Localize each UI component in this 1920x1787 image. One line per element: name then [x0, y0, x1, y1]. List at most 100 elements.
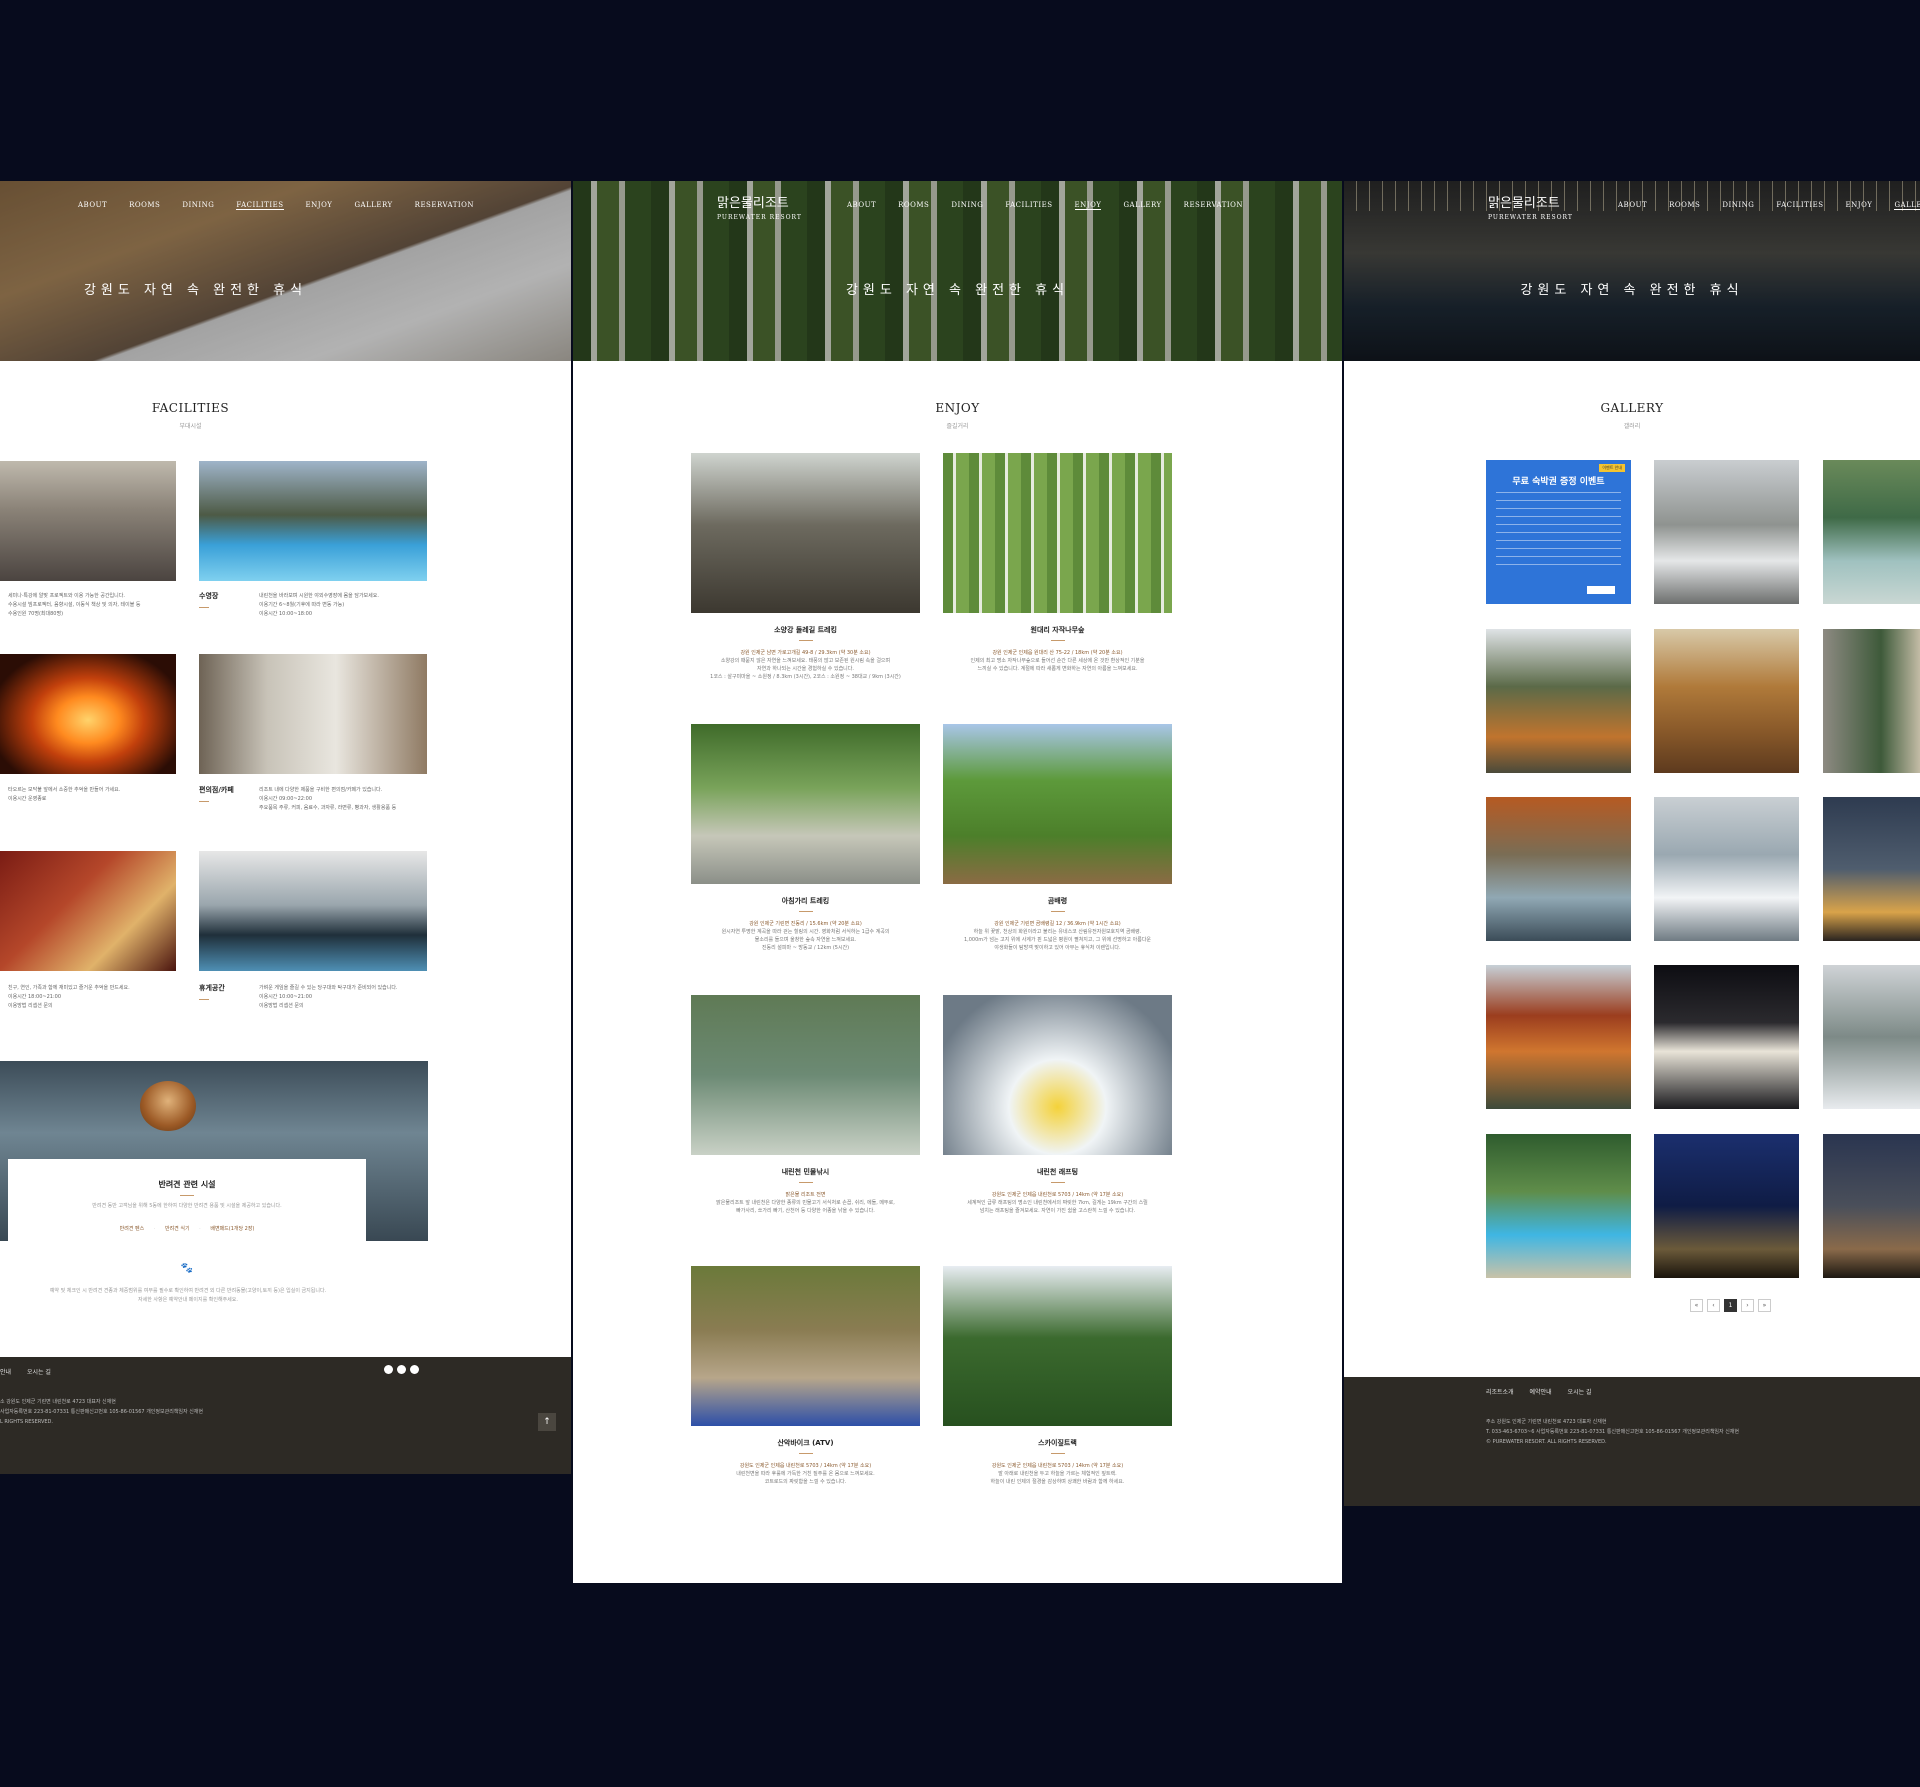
facility-row: 수용인원 70명(최대80명) — [8, 611, 64, 617]
nav-enjoy[interactable]: ENJOY — [306, 201, 333, 210]
footer-info: 주소 강원도 인제군 기린면 내린천로 4723 대표자 신재현 T. 033-… — [1486, 1417, 1739, 1447]
paw-icon: 🐾 — [180, 1263, 194, 1274]
facilities-page: ABOUT ROOMS DINING FACILITIES ENJOY GALL… — [0, 181, 571, 1474]
nav-about[interactable]: ABOUT — [78, 201, 107, 210]
pet-link-pad[interactable]: 배변패드(1개당 2장) — [210, 1226, 254, 1232]
page-first-button[interactable]: « — [1690, 1299, 1703, 1312]
pet-link-fence[interactable]: 반려견 펜스 — [120, 1226, 145, 1232]
event-poster[interactable]: 이벤트 안내 무료 숙박권 증정 이벤트 — [1486, 460, 1631, 604]
facility-desc-text: 세미나·특강에 알맞 프로젝트와 이용 가능한 공간입니다. — [8, 593, 125, 599]
facility-name-6: 휴게공간 — [199, 984, 263, 1005]
gallery-photo[interactable] — [1486, 1134, 1631, 1278]
enjoy-desc-line: 하늘이 내린 인제의 절경을 감상하며 상쾌한 바람과 함께 하세요. — [990, 1479, 1125, 1485]
brand-name-en: PUREWATER RESORT — [1488, 214, 1573, 221]
footer-address: 소 강원도 인제군 기린면 내린천로 4723 대표자 신재현 — [0, 1399, 116, 1405]
footer-link[interactable]: 예약안내 — [1530, 1389, 1552, 1396]
enjoy-title: 산악바이크 (ATV) — [777, 1439, 834, 1447]
nav-rooms[interactable]: ROOMS — [898, 201, 929, 210]
enjoy-location: 강원 인제군 기린면 진동리 / 15.6km (약 20분 소요) — [749, 921, 862, 927]
enjoy-location: 강원 인제군 남면 가로고개길 49-8 / 29.3km (약 30분 소요) — [740, 650, 871, 656]
facility-row: 이용기간 6~8월(기후에 따라 변동 가능) — [259, 602, 345, 608]
blog-icon[interactable] — [397, 1365, 406, 1374]
main-nav: ABOUT ROOMS DINING FACILITIES ENJOY GALL… — [78, 201, 496, 210]
enjoy-photo — [691, 995, 920, 1155]
enjoy-caption: 아침가리 트레킹 강원 인제군 기린면 진동리 / 15.6km (약 20분 … — [671, 896, 940, 952]
page-1-button[interactable]: 1 — [1724, 1299, 1737, 1312]
nav-dining[interactable]: DINING — [182, 201, 214, 210]
nav-dining[interactable]: DINING — [951, 201, 983, 210]
pool-photo — [199, 461, 427, 581]
gallery-photo[interactable] — [1823, 965, 1920, 1109]
nav-gallery[interactable]: GALLERY — [354, 201, 392, 210]
brand-logo[interactable]: 맑은물리조트 PUREWATER RESORT — [717, 197, 802, 225]
gallery-photo[interactable] — [1823, 629, 1920, 773]
section-subtitle: 부대시설 — [179, 423, 202, 430]
enjoy-location: 맑은물 리조트 전면 — [785, 1192, 826, 1198]
gallery-photo[interactable] — [1823, 1134, 1920, 1278]
gallery-photo[interactable] — [1823, 460, 1920, 604]
facility-desc-2: 내린천을 바라보며 시원한 야외수영장에 몸을 담가보세요. 이용기간 6~8월… — [259, 592, 459, 619]
footer-link[interactable]: 오시는 길 — [1568, 1389, 1592, 1396]
lounge-photo — [199, 851, 427, 971]
page-next-button[interactable]: › — [1741, 1299, 1754, 1312]
gallery-photo[interactable] — [1654, 1134, 1799, 1278]
nav-facilities[interactable]: FACILITIES — [1005, 201, 1052, 210]
facility-name: 휴게공간 — [199, 984, 225, 992]
nav-gallery[interactable]: GALLERY — [1894, 201, 1920, 210]
nav-gallery[interactable]: GALLERY — [1123, 201, 1161, 210]
enjoy-desc-line: 하늘 위 꽃밭, 천상의 화원이라고 불리는 유네스코 산림유전자원보호지역 곰… — [973, 929, 1142, 935]
nav-facilities[interactable]: FACILITIES — [1776, 201, 1823, 210]
gallery-photo[interactable] — [1654, 460, 1799, 604]
facility-name: 편의점/카페 — [199, 786, 234, 794]
nav-dining[interactable]: DINING — [1722, 201, 1754, 210]
instagram-icon[interactable] — [384, 1365, 393, 1374]
nav-facilities[interactable]: FACILITIES — [236, 201, 284, 210]
footer-link[interactable]: 리조트소개 — [1486, 1389, 1514, 1396]
hero-tagline: 강원도 자연 속 완전한 휴식 — [1520, 283, 1744, 298]
gallery-photo[interactable] — [1823, 797, 1920, 941]
gallery-photo[interactable] — [1486, 965, 1631, 1109]
nav-rooms[interactable]: ROOMS — [129, 201, 160, 210]
enjoy-photo — [943, 995, 1172, 1155]
pet-link-bowl[interactable]: 반려견 식기 — [165, 1226, 190, 1232]
enjoy-location: 강원도 인제군 인제읍 내린천로 5703 / 14km (약 17분 소요) — [991, 1192, 1124, 1198]
enjoy-caption: 곰배령 강원 인제군 기린면 곰배령길 12 / 36.9km (약 1시간 소… — [923, 896, 1192, 952]
nav-enjoy[interactable]: ENJOY — [1846, 201, 1873, 210]
nav-rooms[interactable]: ROOMS — [1669, 201, 1700, 210]
enjoy-title: 소양강 둘레길 트레킹 — [774, 626, 837, 634]
gallery-photo[interactable] — [1654, 797, 1799, 941]
accent-line — [1050, 640, 1065, 641]
pet-card: 반려견 관련 시설 반려견 동반 고객님을 위해 5동에 한하여 다양한 반려견… — [8, 1159, 366, 1241]
enjoy-desc-line: 넘치는 래프팅을 즐겨보세요. 자연이 가진 쉼을 고스란히 느낄 수 있습니다… — [979, 1208, 1136, 1214]
enjoy-desc-line: 느끼실 수 있습니다. 계절에 따라 새롭게 변화하는 자연의 아름을 느껴보세… — [977, 666, 1138, 672]
gallery-photo[interactable] — [1654, 629, 1799, 773]
pet-title: 반려견 관련 시설 — [158, 1180, 216, 1189]
enjoy-desc-line: 인제의 최고 명소 자작나무숲으로 들어선 순간 다른 세상에 온 것만 환상적… — [970, 658, 1145, 664]
gallery-photo[interactable] — [1486, 797, 1631, 941]
footer-link[interactable]: 안내 — [0, 1369, 11, 1376]
brand-name-en: PUREWATER RESORT — [717, 214, 802, 221]
nav-about[interactable]: ABOUT — [847, 201, 876, 210]
gallery-photo[interactable] — [1486, 629, 1631, 773]
accent-line — [798, 640, 813, 641]
nav-enjoy[interactable]: ENJOY — [1074, 201, 1102, 210]
nav-reservation[interactable]: RESERVATION — [415, 201, 474, 210]
accent-line — [180, 1195, 194, 1196]
footer: 안내 오시는 길 소 강원도 인제군 기린면 내린천로 4723 대표자 신재현… — [0, 1357, 571, 1474]
enjoy-page: 맑은물리조트 PUREWATER RESORT ABOUT ROOMS DINI… — [573, 181, 1342, 1583]
nav-about[interactable]: ABOUT — [1618, 201, 1647, 210]
page-prev-button[interactable]: ‹ — [1707, 1299, 1720, 1312]
accent-line — [1050, 1182, 1065, 1183]
scroll-top-button[interactable]: ↑ — [538, 1413, 556, 1431]
accent-line — [798, 1453, 813, 1454]
brand-logo[interactable]: 맑은물리조트 PUREWATER RESORT — [1488, 197, 1573, 225]
gallery-photo[interactable] — [1654, 965, 1799, 1109]
pet-note-2: 자세한 사항은 예약안내 페이지를 확인해주세요. — [138, 1297, 238, 1303]
nav-reservation[interactable]: RESERVATION — [1184, 201, 1243, 210]
facebook-icon[interactable] — [410, 1365, 419, 1374]
separator: · — [153, 1226, 156, 1232]
hero-banner: ABOUT ROOMS DINING FACILITIES ENJOY GALL… — [0, 181, 571, 361]
section-title: FACILITIES — [151, 401, 230, 415]
footer-link[interactable]: 오시는 길 — [27, 1369, 51, 1376]
page-last-button[interactable]: » — [1758, 1299, 1771, 1312]
